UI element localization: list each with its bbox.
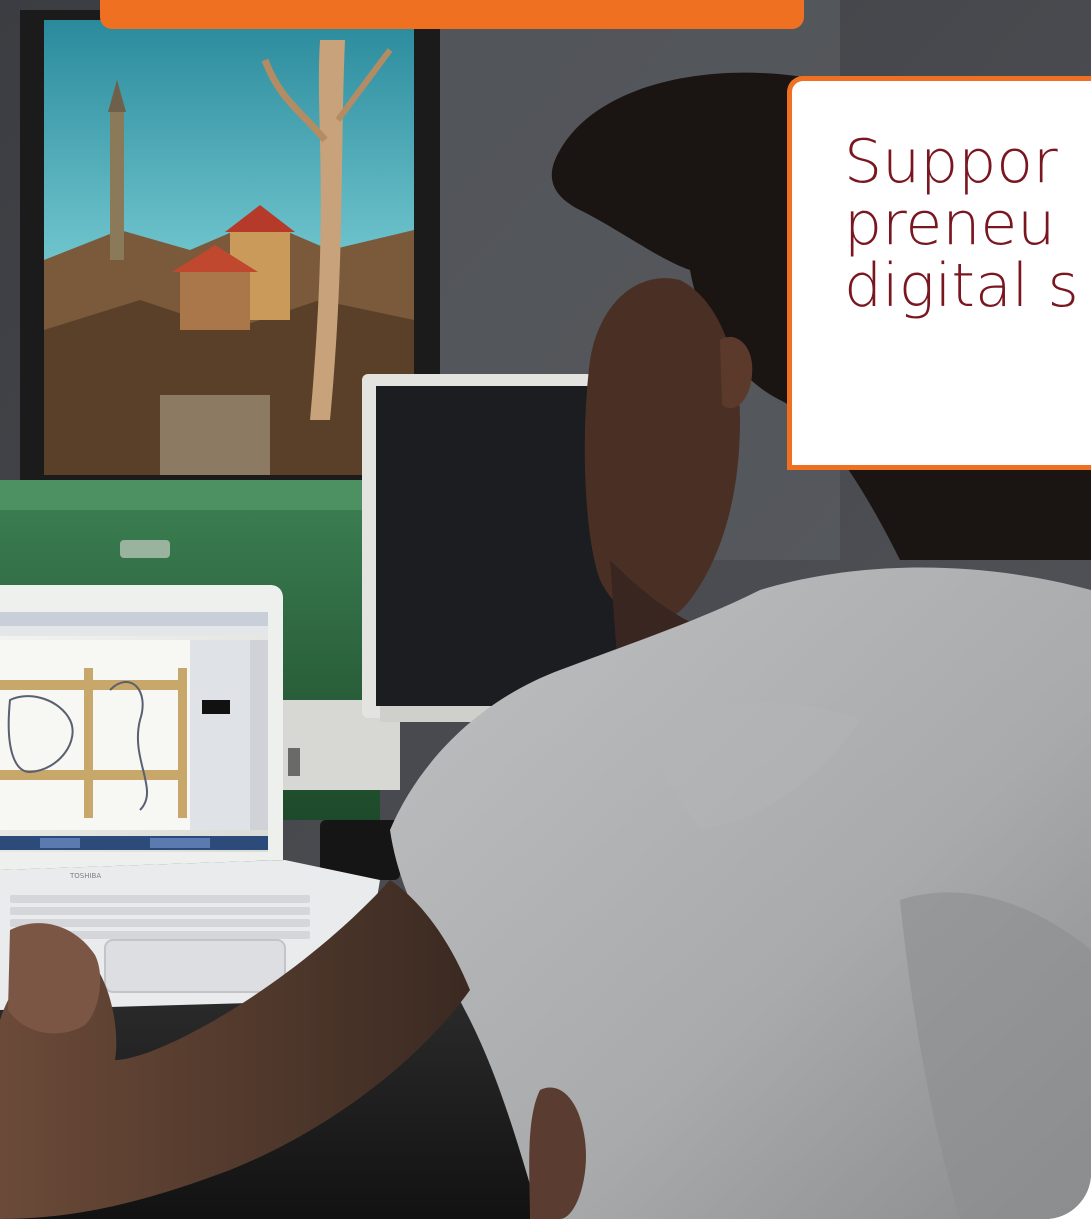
caption-headline: Suppor preneu digital s: [844, 131, 1079, 317]
caption-box: Suppor preneu digital s: [787, 76, 1091, 470]
orange-header-band: [100, 0, 804, 29]
page: TOSHIBA Suppor preneu digital s: [0, 0, 1091, 1219]
caption-line-3: digital s: [844, 251, 1079, 321]
caption-line-1: Suppor: [844, 127, 1058, 197]
laptop-brand-label: TOSHIBA: [69, 872, 101, 880]
caption-line-2: preneu: [844, 189, 1056, 259]
